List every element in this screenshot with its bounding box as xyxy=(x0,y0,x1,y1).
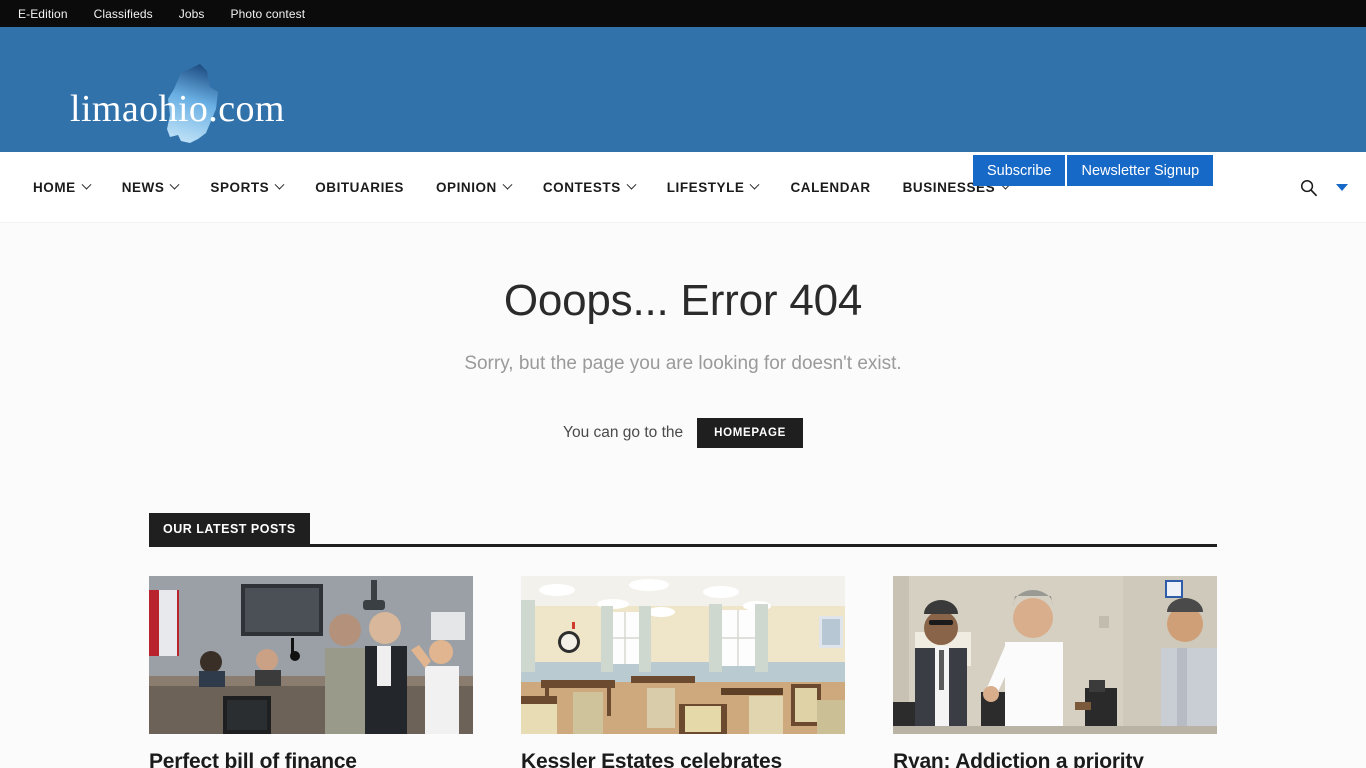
topbar-link-photo-contest[interactable]: Photo contest xyxy=(230,7,305,21)
chevron-down-icon[interactable] xyxy=(1336,183,1348,191)
chevron-down-icon xyxy=(626,179,637,190)
nav-item-label: OPINION xyxy=(435,179,497,195)
nav-item-label: CALENDAR xyxy=(790,179,871,195)
site-logo-text: limaohio.com xyxy=(70,88,285,130)
nav-right-controls xyxy=(1299,178,1348,197)
chevron-down-icon xyxy=(502,179,513,190)
nav-item-label: NEWS xyxy=(121,179,165,195)
post-thumbnail[interactable] xyxy=(521,576,845,734)
nav-item-sports[interactable]: SPORTS xyxy=(210,179,285,195)
cta-button-group: Subscribe Newsletter Signup xyxy=(973,155,1214,186)
post-thumbnail[interactable] xyxy=(893,576,1217,734)
latest-posts-header: OUR LATEST POSTS xyxy=(149,513,1217,547)
nav-item-label: SPORTS xyxy=(210,179,270,195)
latest-posts-grid: Perfect bill of finance Precious Grundy-… xyxy=(149,576,1217,768)
search-icon[interactable] xyxy=(1299,178,1318,197)
post-card: Kessler Estates celebrates opening Preci… xyxy=(521,576,845,768)
newsletter-signup-button[interactable]: Newsletter Signup xyxy=(1065,155,1214,186)
site-logo[interactable]: limaohio.com xyxy=(70,61,320,143)
post-title[interactable]: Kessler Estates celebrates opening xyxy=(521,749,845,768)
topbar-link-jobs[interactable]: Jobs xyxy=(179,7,205,21)
post-title[interactable]: Ryan: Addiction a priority xyxy=(893,749,1217,768)
error-title: Ooops... Error 404 xyxy=(503,276,863,325)
nav-item-label: CONTESTS xyxy=(542,179,621,195)
site-masthead: limaohio.com xyxy=(0,27,1366,152)
error-subtitle: Sorry, but the page you are looking for … xyxy=(464,353,902,374)
section-label: OUR LATEST POSTS xyxy=(149,513,310,544)
nav-item-contests[interactable]: CONTESTS xyxy=(542,179,637,195)
nav-item-opinion[interactable]: OPINION xyxy=(435,179,513,195)
nav-item-news[interactable]: NEWS xyxy=(121,179,180,195)
nav-item-obituaries[interactable]: OBITUARIES xyxy=(315,180,404,195)
chevron-down-icon xyxy=(169,179,180,190)
page-content: Ooops... Error 404 Sorry, but the page y… xyxy=(0,222,1366,768)
post-card: Perfect bill of finance Precious Grundy-… xyxy=(149,576,473,768)
utility-topbar: E-Edition Classifieds Jobs Photo contest xyxy=(0,0,1366,27)
nav-item-calendar[interactable]: CALENDAR xyxy=(790,180,870,195)
latest-posts-section: OUR LATEST POSTS Perfect bill of finance… xyxy=(149,513,1217,768)
nav-item-label: HOME xyxy=(33,179,76,195)
homepage-button[interactable]: HOMEPAGE xyxy=(697,418,803,448)
post-card: Ryan: Addiction a priority Precious Grun… xyxy=(893,576,1217,768)
nav-item-home[interactable]: HOME xyxy=(33,179,92,195)
chevron-down-icon xyxy=(274,179,285,190)
post-title[interactable]: Perfect bill of finance xyxy=(149,749,473,768)
nav-item-label: LIFESTYLE xyxy=(666,179,745,195)
post-thumbnail[interactable] xyxy=(149,576,473,734)
nav-item-label: OBITUARIES xyxy=(315,179,404,195)
error-action-text: You can go to the xyxy=(563,424,684,441)
error-action-row: You can go to the HOMEPAGE xyxy=(0,418,1366,448)
subscribe-button[interactable]: Subscribe xyxy=(973,155,1066,186)
nav-item-lifestyle[interactable]: LIFESTYLE xyxy=(666,179,760,195)
topbar-link-e-edition[interactable]: E-Edition xyxy=(18,7,68,21)
topbar-link-classifieds[interactable]: Classifieds xyxy=(94,7,153,21)
chevron-down-icon xyxy=(750,179,760,190)
chevron-down-icon xyxy=(81,179,92,190)
